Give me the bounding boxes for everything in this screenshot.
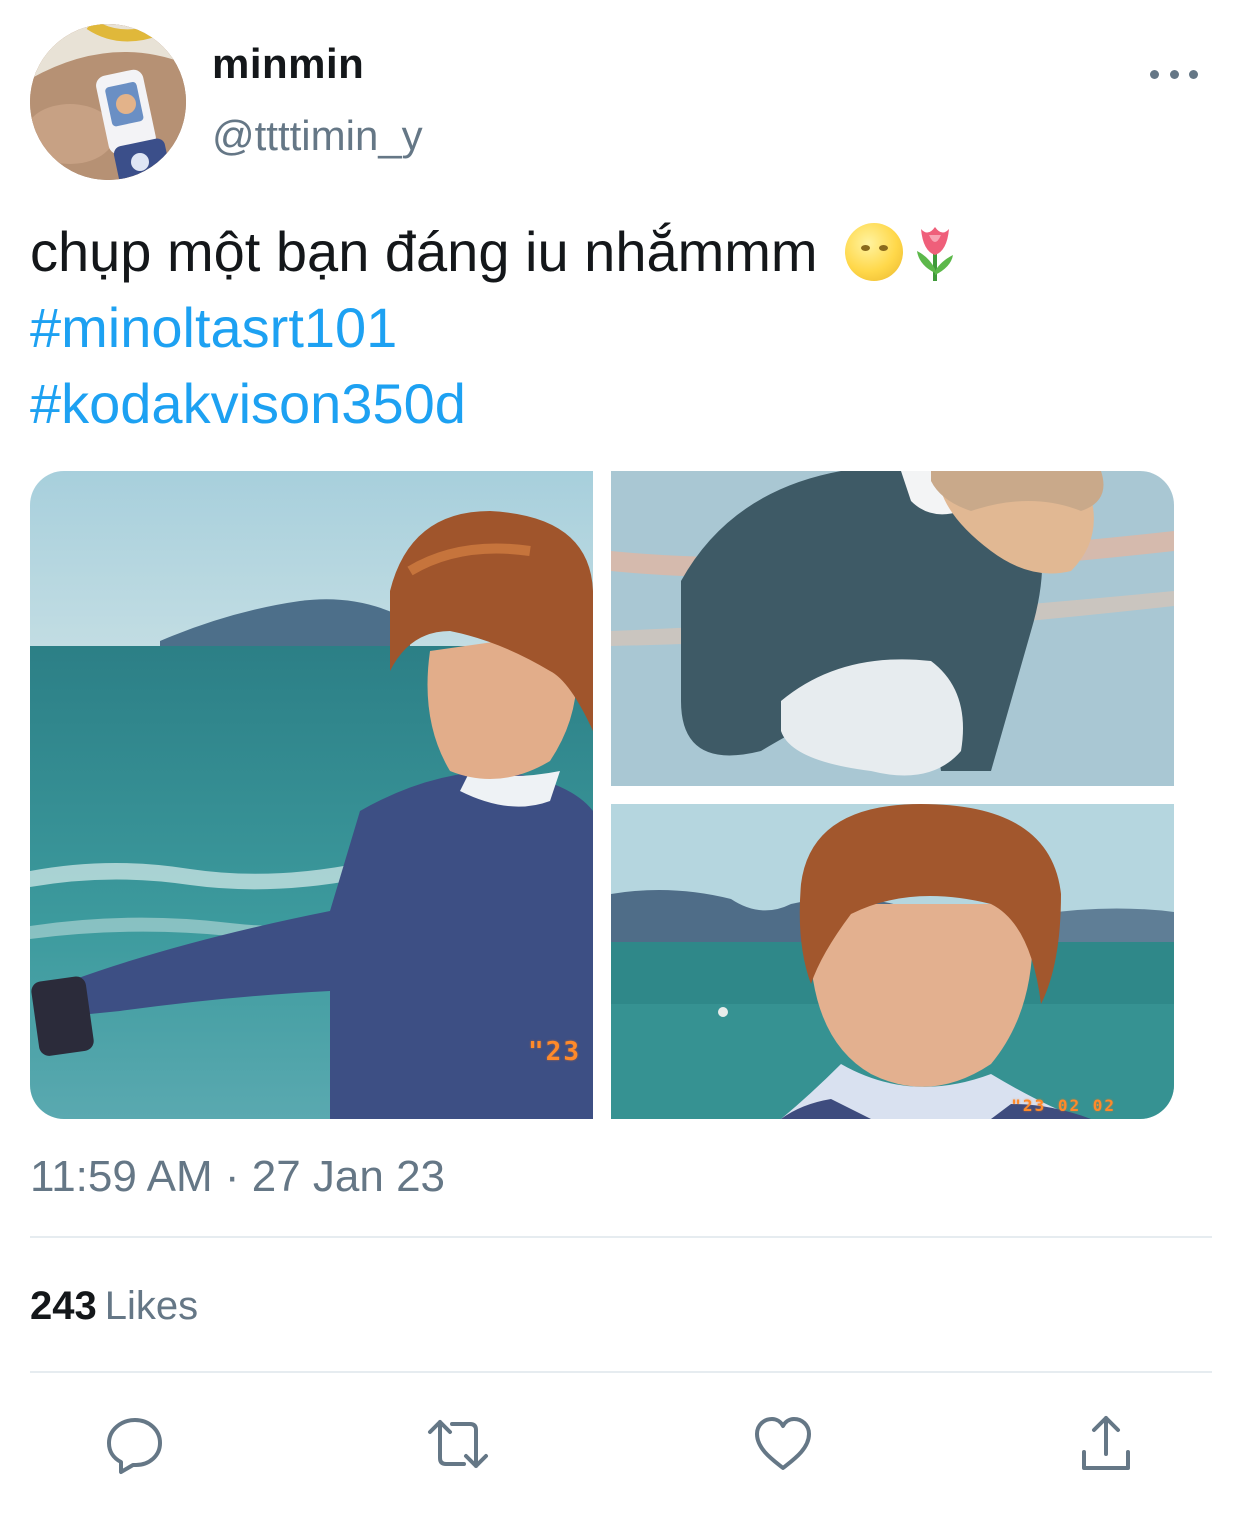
full-moon-face-emoji bbox=[845, 223, 904, 281]
more-dot-icon bbox=[1169, 69, 1179, 79]
tweet-body: chụp một bạn đáng iu nhắmmm bbox=[30, 220, 818, 283]
photo-closeup-sea-image bbox=[611, 804, 1174, 1119]
likes-count: 243 bbox=[30, 1284, 97, 1328]
tulip-emoji bbox=[917, 227, 954, 281]
more-options-button[interactable] bbox=[1150, 58, 1198, 90]
divider bbox=[30, 1371, 1212, 1373]
tweet-text-line: chụp một bạn đáng iu nhắmmm bbox=[30, 214, 1210, 290]
tweet-timestamp[interactable]: 11:59 AM · 27 Jan 23 bbox=[30, 1152, 445, 1202]
photo-closeup-sea[interactable]: "23 02 02 bbox=[611, 804, 1174, 1119]
reply-button[interactable] bbox=[103, 1412, 167, 1476]
media-grid: "23 "23 02 02 bbox=[30, 471, 1174, 1119]
heart-icon bbox=[755, 1417, 811, 1470]
film-date-stamp: "23 02 02 bbox=[1011, 1096, 1116, 1115]
photo-crouching-sweater[interactable] bbox=[611, 471, 1174, 786]
photo-beach-portrait[interactable]: "23 bbox=[30, 471, 593, 1119]
like-button[interactable] bbox=[751, 1412, 815, 1476]
share-button[interactable] bbox=[1074, 1412, 1138, 1476]
more-dot-icon bbox=[1189, 69, 1198, 79]
divider bbox=[30, 1236, 1212, 1238]
film-date-stamp: "23 bbox=[528, 1037, 581, 1067]
display-name[interactable]: minmin bbox=[212, 40, 364, 88]
user-handle[interactable]: @ttttimin_y bbox=[212, 112, 423, 160]
avatar[interactable] bbox=[30, 24, 186, 180]
retweet-icon bbox=[428, 1420, 488, 1468]
photo-beach-portrait-image bbox=[30, 471, 593, 1119]
likes-stat[interactable]: 243 Likes bbox=[30, 1284, 198, 1329]
more-dot-icon bbox=[1150, 69, 1159, 79]
photo-crouching-sweater-image bbox=[611, 471, 1174, 786]
tweet-text: chụp một bạn đáng iu nhắmmm #minoltasrt1… bbox=[30, 214, 1210, 442]
reply-icon bbox=[107, 1418, 162, 1474]
likes-label: Likes bbox=[104, 1284, 199, 1328]
retweet-button[interactable] bbox=[426, 1412, 490, 1476]
hashtag-link[interactable]: #kodakvison350d bbox=[30, 366, 1210, 442]
hashtag-link[interactable]: #minoltasrt101 bbox=[30, 290, 1210, 366]
share-icon bbox=[1082, 1416, 1130, 1470]
avatar-image bbox=[30, 24, 186, 180]
